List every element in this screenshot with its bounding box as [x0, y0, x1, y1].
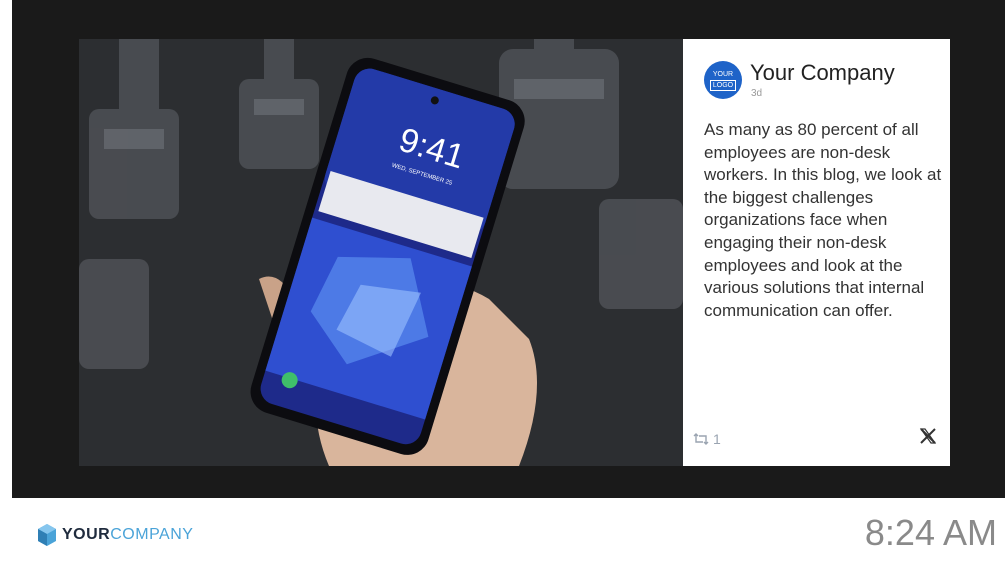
post-author: Your Company	[750, 60, 895, 85]
brand-logo-icon	[38, 524, 56, 546]
post-timestamp: 3d	[751, 88, 763, 99]
phone-in-hand-photo: 9:41 WED, SEPTEMBER 25	[79, 39, 683, 466]
retweet-count: 1	[713, 431, 721, 447]
brand-part-1: YOUR	[62, 526, 111, 543]
retweet-stat: 1	[692, 431, 721, 447]
company-avatar: YOUR LOGO	[704, 61, 742, 99]
retweet-icon	[693, 433, 709, 445]
footer-brand: YOURCOMPANY	[38, 524, 193, 546]
avatar-text-top: YOUR	[712, 70, 734, 78]
brand-part-2: COMPANY	[110, 526, 194, 543]
avatar-text-bottom: LOGO	[709, 79, 737, 91]
post-image: 9:41 WED, SEPTEMBER 25	[79, 39, 683, 466]
post-body: As many as 80 percent of all employees a…	[704, 120, 942, 320]
brand-wordmark: YOURCOMPANY	[62, 526, 193, 544]
x-logo-icon	[919, 427, 937, 451]
social-post-card: YOUR LOGO Your Company 3d As many as 80 …	[683, 39, 950, 466]
footer-clock: 8:24 AM	[864, 512, 997, 553]
